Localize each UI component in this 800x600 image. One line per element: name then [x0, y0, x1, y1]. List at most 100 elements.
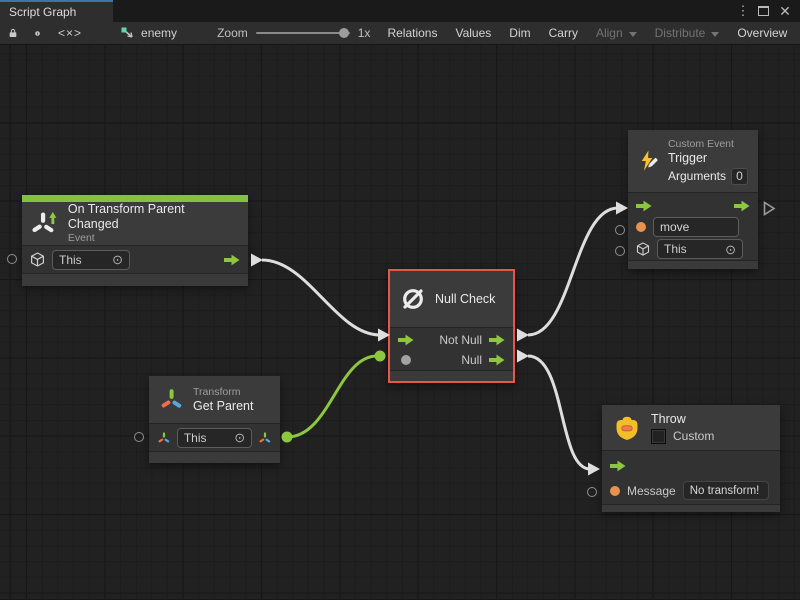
- null-output-port[interactable]: [489, 354, 505, 366]
- node-title: Throw: [651, 412, 714, 427]
- custom-toggle-row: Custom: [651, 429, 714, 444]
- tab-label: Script Graph: [9, 5, 76, 19]
- gameobject-cube-icon: [636, 242, 650, 256]
- dim-button[interactable]: Dim: [500, 22, 539, 44]
- node-category: Transform: [193, 386, 253, 399]
- custom-event-target-input-port[interactable]: [615, 246, 625, 256]
- node-trigger-custom-event[interactable]: Custom Event Trigger Arguments 0: [628, 130, 758, 269]
- graph-name-breadcrumb[interactable]: enemy: [111, 22, 187, 44]
- not-null-label: Not Null: [439, 333, 482, 347]
- node-title: On Transform Parent Changed: [68, 202, 238, 232]
- node-subtitle: Event: [68, 232, 238, 245]
- not-null-row: Not Null: [390, 328, 513, 349]
- node-footer: [602, 504, 780, 512]
- throw-icon: [612, 413, 642, 443]
- null-label: Null: [461, 353, 482, 367]
- node-on-transform-parent-changed[interactable]: On Transform Parent Changed Event This ⊙: [22, 195, 248, 286]
- arguments-count-field[interactable]: 0: [731, 168, 748, 185]
- node-body: This ⊙: [149, 423, 280, 451]
- transform-event-icon: [32, 210, 59, 237]
- throw-message-input-port[interactable]: [587, 487, 597, 497]
- null-row: Null: [390, 349, 513, 370]
- transform-output-port[interactable]: [258, 431, 272, 445]
- custom-label: Custom: [673, 429, 714, 443]
- transform-icon: [159, 386, 184, 413]
- flow-input-port[interactable]: [610, 460, 626, 472]
- zoom-slider[interactable]: [256, 32, 350, 34]
- node-header: Throw Custom: [602, 405, 780, 450]
- values-button[interactable]: Values: [446, 22, 500, 44]
- message-field[interactable]: No transform!: [683, 481, 769, 500]
- transform-port-icon[interactable]: [157, 431, 171, 445]
- node-body: This ⊙: [22, 245, 248, 273]
- target-picker-icon[interactable]: ⊙: [725, 243, 736, 256]
- fullscreen-button[interactable]: Full Screen: [796, 22, 800, 44]
- distribute-dropdown[interactable]: Distribute: [646, 22, 729, 44]
- string-input-port[interactable]: [636, 222, 646, 232]
- node-get-parent[interactable]: Transform Get Parent This ⊙: [149, 376, 280, 463]
- node-footer: [628, 260, 758, 269]
- chevron-down-icon: [629, 32, 637, 37]
- target-row: This ⊙: [149, 424, 280, 451]
- node-title: Get Parent: [193, 399, 253, 414]
- tab-script-graph[interactable]: Script Graph: [0, 0, 113, 22]
- target-row: This ⊙: [22, 246, 248, 273]
- node-footer: [390, 370, 513, 381]
- lock-button[interactable]: [0, 22, 26, 44]
- message-row: Message No transform!: [602, 477, 780, 504]
- carry-button[interactable]: Carry: [540, 22, 587, 44]
- custom-event-icon: [638, 146, 659, 176]
- string-input-port[interactable]: [610, 486, 620, 496]
- node-body: Message No transform!: [602, 450, 780, 504]
- node-throw[interactable]: Throw Custom Message No transform!: [602, 405, 780, 512]
- zoom-slider-handle[interactable]: [339, 28, 349, 38]
- code-icon: <×>: [58, 26, 82, 40]
- graph-toolbar: <×> enemy Zoom 1x Relations Values Dim C…: [0, 22, 800, 45]
- message-label: Message: [627, 484, 676, 498]
- flow-row: [602, 451, 780, 477]
- tab-strip: Script Graph ⋮ ✕: [0, 0, 800, 22]
- info-icon: [35, 27, 40, 40]
- this-field[interactable]: This ⊙: [52, 250, 130, 270]
- maximize-icon[interactable]: [752, 0, 774, 22]
- null-check-icon: [400, 286, 426, 312]
- this-field[interactable]: This ⊙: [657, 239, 743, 259]
- node-null-check[interactable]: Null Check Not Null Null: [388, 269, 515, 383]
- arguments-row: Arguments 0: [668, 168, 748, 185]
- custom-checkbox[interactable]: [651, 429, 666, 444]
- event-name-row: move: [628, 216, 758, 238]
- node-footer: [149, 451, 280, 463]
- flow-input-port[interactable]: [398, 334, 414, 346]
- window-controls: ⋮ ✕: [734, 0, 796, 22]
- unconnected-flow-port-triangle[interactable]: [763, 201, 776, 216]
- event-name-field[interactable]: move: [653, 217, 739, 237]
- flow-output-port[interactable]: [224, 254, 240, 266]
- info-button[interactable]: [26, 22, 49, 44]
- node-header: Transform Get Parent: [149, 376, 280, 423]
- flow-input-port[interactable]: [636, 200, 652, 212]
- get-parent-target-input-port[interactable]: [134, 432, 144, 442]
- target-picker-icon[interactable]: ⊙: [112, 253, 123, 266]
- flow-output-port[interactable]: [734, 200, 750, 212]
- not-null-output-port[interactable]: [489, 334, 505, 346]
- node-category: Custom Event: [668, 138, 748, 151]
- zoom-value: 1x: [358, 26, 371, 40]
- zoom-control: Zoom 1x: [209, 22, 378, 44]
- gameobject-cube-icon: [30, 252, 45, 267]
- relations-button[interactable]: Relations: [378, 22, 446, 44]
- align-dropdown[interactable]: Align: [587, 22, 646, 44]
- kebab-menu-icon[interactable]: ⋮: [734, 0, 752, 22]
- code-preview-button[interactable]: <×>: [49, 22, 91, 44]
- graph-icon: [121, 27, 135, 40]
- target-picker-icon[interactable]: ⊙: [234, 431, 245, 444]
- event-target-input-port[interactable]: [7, 254, 17, 264]
- close-icon[interactable]: ✕: [774, 0, 796, 22]
- flow-row: [628, 193, 758, 216]
- target-row: This ⊙: [628, 238, 758, 260]
- value-input-port[interactable]: [401, 355, 411, 365]
- unity-visual-scripting-window: Script Graph ⋮ ✕ <×>: [0, 0, 800, 600]
- custom-event-name-input-port[interactable]: [615, 225, 625, 235]
- overview-button[interactable]: Overview: [728, 22, 796, 44]
- this-field[interactable]: This ⊙: [177, 428, 252, 448]
- lock-icon: [9, 26, 17, 40]
